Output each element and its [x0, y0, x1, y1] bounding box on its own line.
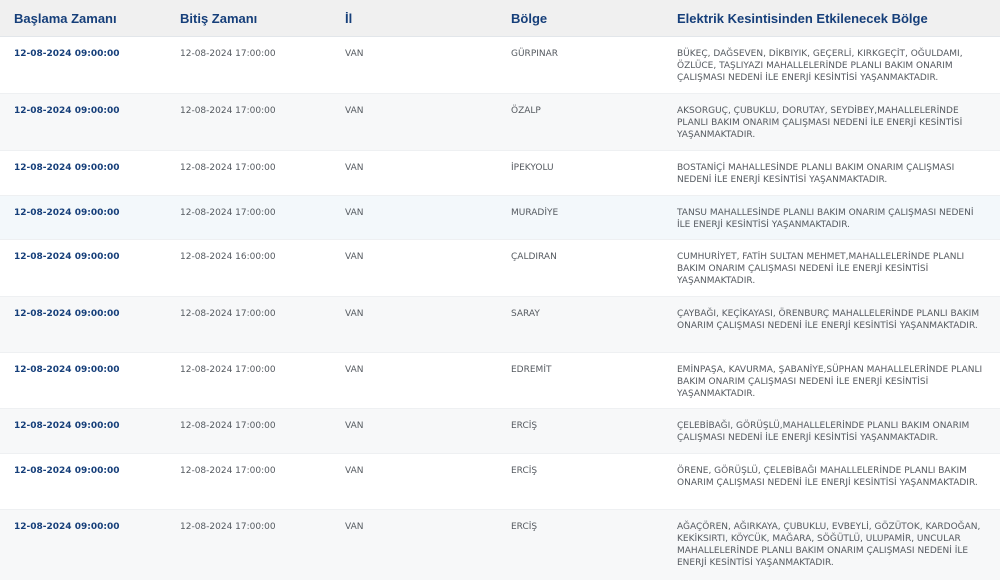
- province-cell: VAN: [345, 252, 364, 262]
- start-time-cell: 12-08-2024 09:00:00: [14, 522, 120, 532]
- column-header-province[interactable]: İl: [345, 11, 352, 26]
- table-header: Başlama Zamanı Bitiş Zamanı İl Bölge Ele…: [0, 0, 1000, 37]
- province-cell: VAN: [345, 365, 364, 375]
- affected-area-cell: AKSORGUÇ, ÇUBUKLU, DORUTAY, SEYDİBEY,MAH…: [677, 106, 963, 140]
- end-time-cell: 12-08-2024 17:00:00: [180, 522, 276, 532]
- province-cell: VAN: [345, 522, 364, 532]
- end-time-cell: 12-08-2024 16:00:00: [180, 252, 276, 262]
- district-cell: MURADİYE: [511, 208, 559, 218]
- district-cell: İPEKYOLU: [511, 163, 554, 173]
- end-time-cell: 12-08-2024 17:00:00: [180, 309, 276, 319]
- district-cell: ÖZALP: [511, 106, 541, 116]
- table-row[interactable]: 12-08-2024 09:00:00 12-08-2024 17:00:00 …: [0, 297, 1000, 353]
- start-time-cell: 12-08-2024 09:00:00: [14, 208, 120, 218]
- affected-area-cell: ÖRENE, GÖRÜŞLÜ, ÇELEBİBAĞI MAHALLELERİND…: [677, 466, 978, 488]
- table-row[interactable]: 12-08-2024 09:00:00 12-08-2024 17:00:00 …: [0, 196, 1000, 240]
- outage-table: Başlama Zamanı Bitiş Zamanı İl Bölge Ele…: [0, 0, 1000, 581]
- end-time-cell: 12-08-2024 17:00:00: [180, 106, 276, 116]
- start-time-cell: 12-08-2024 09:00:00: [14, 421, 120, 431]
- start-time-cell: 12-08-2024 09:00:00: [14, 466, 120, 476]
- affected-area-cell: BÜKEÇ, DAĞSEVEN, DİKBIYIK, GEÇERLİ, KIRK…: [677, 49, 963, 83]
- end-time-cell: 12-08-2024 17:00:00: [180, 208, 276, 218]
- table-row[interactable]: 12-08-2024 09:00:00 12-08-2024 17:00:00 …: [0, 353, 1000, 409]
- column-header-affected-area[interactable]: Elektrik Kesintisinden Etkilenecek Bölge: [677, 11, 928, 26]
- province-cell: VAN: [345, 49, 364, 59]
- district-cell: SARAY: [511, 309, 540, 319]
- end-time-cell: 12-08-2024 17:00:00: [180, 163, 276, 173]
- table-row[interactable]: 12-08-2024 09:00:00 12-08-2024 17:00:00 …: [0, 409, 1000, 454]
- district-cell: ERCİŞ: [511, 522, 538, 532]
- district-cell: GÜRPINAR: [511, 49, 559, 59]
- column-header-district[interactable]: Bölge: [511, 11, 547, 26]
- affected-area-cell: BOSTANİÇİ MAHALLESİNDE PLANLI BAKIM ONAR…: [677, 163, 955, 185]
- affected-area-cell: ÇELEBİBAĞI, GÖRÜŞLÜ,MAHALLELERİNDE PLANL…: [677, 421, 970, 443]
- end-time-cell: 12-08-2024 17:00:00: [180, 466, 276, 476]
- province-cell: VAN: [345, 421, 364, 431]
- table-row[interactable]: 12-08-2024 09:00:00 12-08-2024 17:00:00 …: [0, 37, 1000, 94]
- start-time-cell: 12-08-2024 09:00:00: [14, 309, 120, 319]
- table-row[interactable]: 12-08-2024 09:00:00 12-08-2024 16:00:00 …: [0, 240, 1000, 297]
- district-cell: ERCİŞ: [511, 421, 538, 431]
- start-time-cell: 12-08-2024 09:00:00: [14, 365, 120, 375]
- end-time-cell: 12-08-2024 17:00:00: [180, 49, 276, 59]
- affected-area-cell: ÇAYBAĞI, KEÇİKAYASI, ÖRENBURÇ MAHALLELER…: [677, 309, 980, 331]
- column-header-start-time[interactable]: Başlama Zamanı: [14, 11, 117, 26]
- affected-area-cell: TANSU MAHALLESİNDE PLANLI BAKIM ONARIM Ç…: [677, 208, 974, 230]
- province-cell: VAN: [345, 309, 364, 319]
- province-cell: VAN: [345, 106, 364, 116]
- district-cell: ÇALDIRAN: [511, 252, 557, 262]
- table-row[interactable]: 12-08-2024 09:00:00 12-08-2024 17:00:00 …: [0, 94, 1000, 151]
- start-time-cell: 12-08-2024 09:00:00: [14, 163, 120, 173]
- affected-area-cell: CUMHURİYET, FATİH SULTAN MEHMET,MAHALLEL…: [677, 252, 965, 286]
- end-time-cell: 12-08-2024 17:00:00: [180, 421, 276, 431]
- table-row[interactable]: 12-08-2024 09:00:00 12-08-2024 17:00:00 …: [0, 510, 1000, 580]
- end-time-cell: 12-08-2024 17:00:00: [180, 365, 276, 375]
- affected-area-cell: EMİNPAŞA, KAVURMA, ŞABANİYE,SÜPHAN MAHAL…: [677, 365, 983, 399]
- district-cell: EDREMİT: [511, 365, 552, 375]
- province-cell: VAN: [345, 163, 364, 173]
- start-time-cell: 12-08-2024 09:00:00: [14, 49, 120, 59]
- affected-area-cell: AĞAÇÖREN, AĞIRKAYA, ÇUBUKLU, EVBEYLİ, GÖ…: [677, 522, 981, 568]
- start-time-cell: 12-08-2024 09:00:00: [14, 252, 120, 262]
- table-row[interactable]: 12-08-2024 09:00:00 12-08-2024 17:00:00 …: [0, 151, 1000, 196]
- province-cell: VAN: [345, 208, 364, 218]
- start-time-cell: 12-08-2024 09:00:00: [14, 106, 120, 116]
- province-cell: VAN: [345, 466, 364, 476]
- table-row[interactable]: 12-08-2024 09:00:00 12-08-2024 17:00:00 …: [0, 454, 1000, 510]
- column-header-end-time[interactable]: Bitiş Zamanı: [180, 11, 257, 26]
- district-cell: ERCİŞ: [511, 466, 538, 476]
